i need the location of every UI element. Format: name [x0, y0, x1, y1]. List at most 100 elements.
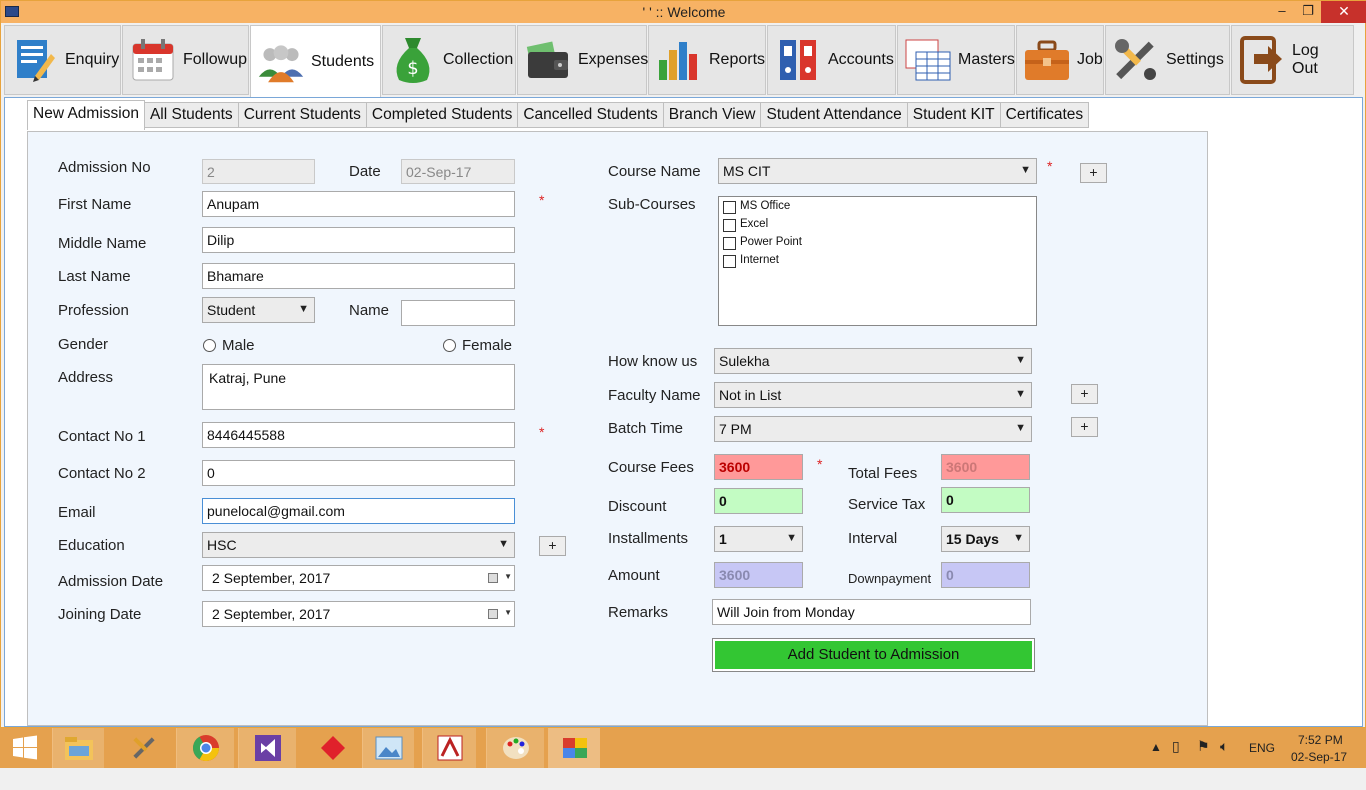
installments-select[interactable]: 1 ▼ [714, 526, 803, 552]
toolbar-button-expenses[interactable]: Expenses [517, 25, 648, 95]
power-icon[interactable]: ▯ [1172, 738, 1180, 778]
course-fees-field[interactable]: 3600 [714, 454, 803, 480]
money-bag-icon: $ [389, 36, 437, 84]
chevron-down-icon: ▼ [1013, 532, 1024, 544]
tab-certificates[interactable]: Certificates [999, 102, 1090, 128]
course-name-select[interactable]: MS CIT ▼ [718, 158, 1037, 184]
sub-course-label: Internet [740, 254, 779, 266]
education-value: HSC [207, 537, 237, 553]
remarks-field[interactable]: Will Join from Monday [712, 599, 1031, 625]
discount-field[interactable]: 0 [714, 488, 803, 514]
tools-taskbar[interactable] [118, 728, 170, 768]
toolbar-button-enquiry[interactable]: Enquiry [4, 25, 121, 95]
profession-value: Student [207, 302, 256, 318]
name-field[interactable] [401, 300, 515, 326]
middle-name-field[interactable]: Dilip [202, 227, 515, 253]
chrome-taskbar[interactable] [176, 728, 234, 768]
chevron-down-icon: ▼ [1015, 354, 1026, 366]
toolbar-label: Settings [1166, 51, 1224, 68]
app-taskbar-red[interactable] [304, 728, 362, 768]
start-button[interactable] [2, 728, 48, 768]
tab-cancelled-students[interactable]: Cancelled Students [517, 102, 664, 128]
add-education-button[interactable]: + [539, 536, 566, 556]
paint-taskbar[interactable] [486, 728, 544, 768]
toolbar-button-logout[interactable]: Log Out [1231, 25, 1354, 95]
tab-branch-view[interactable]: Branch View [662, 102, 762, 128]
tab-all-students[interactable]: All Students [143, 102, 239, 128]
language-indicator[interactable]: ENG [1249, 741, 1275, 781]
batch-time-select[interactable]: 7 PM ▼ [714, 416, 1032, 442]
address-field[interactable]: Katraj, Pune [202, 364, 515, 410]
interval-select[interactable]: 15 Days ▼ [941, 526, 1030, 552]
joining-date-picker[interactable]: 2 September, 2017 ▼ [202, 601, 515, 627]
students-icon [257, 38, 305, 86]
app-window: ' ' :: Welcome – ❐ ✕ Enquiry Followup St… [0, 0, 1366, 728]
add-course-button[interactable]: + [1080, 163, 1107, 183]
photo-viewer-taskbar[interactable] [362, 728, 414, 768]
toolbar-button-accounts[interactable]: Accounts [767, 25, 896, 95]
restore-button[interactable]: ❐ [1295, 1, 1321, 23]
toolbar-button-reports[interactable]: Reports [648, 25, 766, 95]
chevron-down-icon: ▼ [1020, 164, 1031, 176]
tools-icon [133, 737, 155, 759]
clock-date[interactable]: 02-Sep-17 [1291, 750, 1347, 790]
contact-no-1-field[interactable]: 8446445588 [202, 422, 515, 448]
profession-select[interactable]: Student ▼ [202, 297, 315, 323]
access-taskbar[interactable] [422, 728, 476, 768]
interval-value: 15 Days [946, 531, 999, 547]
visual-studio-taskbar[interactable] [238, 728, 296, 768]
tab-student-kit[interactable]: Student KIT [906, 102, 1001, 128]
required-marker: * [539, 192, 545, 208]
add-student-to-admission-button[interactable]: Add Student to Admission [712, 638, 1035, 672]
female-radio[interactable] [443, 339, 456, 352]
visual-studio-icon [254, 735, 281, 761]
toolbar-button-students[interactable]: Students [250, 25, 381, 97]
close-button[interactable]: ✕ [1321, 1, 1366, 23]
network-icon[interactable]: ⚑ [1197, 738, 1210, 778]
add-batch-button[interactable]: + [1071, 417, 1098, 437]
required-marker: * [817, 456, 823, 472]
sub-course-checkbox[interactable] [723, 255, 736, 268]
tab-completed-students[interactable]: Completed Students [365, 102, 519, 128]
middle-name-label: Middle Name [58, 235, 147, 252]
male-radio[interactable] [203, 339, 216, 352]
toolbar-button-followup[interactable]: Followup [122, 25, 249, 95]
binders-icon [774, 36, 822, 84]
admission-date-picker[interactable]: 2 September, 2017 ▼ [202, 565, 515, 591]
add-student-button-label: Add Student to Admission [715, 641, 1032, 669]
contact-no-2-field[interactable]: 0 [202, 460, 515, 486]
downpayment-field[interactable]: 0 [941, 562, 1030, 588]
current-app-taskbar[interactable] [548, 728, 600, 768]
sub-course-checkbox[interactable] [723, 219, 736, 232]
chevron-down-icon: ▼ [1015, 422, 1026, 434]
last-name-field[interactable]: Bhamare [202, 263, 515, 289]
joining-date-value: 2 September, 2017 [212, 606, 331, 622]
minimize-button[interactable]: – [1269, 1, 1295, 23]
toolbar-button-collection[interactable]: $ Collection [382, 25, 516, 95]
email-field[interactable]: punelocal@gmail.com [202, 498, 515, 524]
title-bar: ' ' :: Welcome – ❐ ✕ [1, 1, 1366, 23]
toolbar-label: Reports [709, 51, 766, 68]
total-fees-label: Total Fees [848, 465, 918, 482]
volume-icon[interactable]: 🔈︎ [1220, 738, 1228, 778]
app-windows-icon [562, 738, 587, 758]
sub-course-label: MS Office [740, 200, 791, 212]
service-tax-field[interactable]: 0 [941, 487, 1030, 513]
tab-current-students[interactable]: Current Students [237, 102, 367, 128]
admission-date-value: 2 September, 2017 [212, 570, 331, 586]
show-hidden-icons-button[interactable]: ▲ [1150, 740, 1162, 780]
first-name-field[interactable]: Anupam [202, 191, 515, 217]
gender-label: Gender [58, 336, 109, 353]
sub-course-checkbox[interactable] [723, 237, 736, 250]
toolbar-button-masters[interactable]: Masters [897, 25, 1015, 95]
education-select[interactable]: HSC ▼ [202, 532, 515, 558]
file-explorer-taskbar[interactable] [52, 728, 104, 768]
toolbar-button-settings[interactable]: Settings [1105, 25, 1230, 95]
faculty-name-select[interactable]: Not in List ▼ [714, 382, 1032, 408]
toolbar-button-job[interactable]: Job [1016, 25, 1104, 95]
how-know-us-select[interactable]: Sulekha ▼ [714, 348, 1032, 374]
tab-student-attendance[interactable]: Student Attendance [760, 102, 908, 128]
add-faculty-button[interactable]: + [1071, 384, 1098, 404]
tab-new-admission[interactable]: New Admission [27, 100, 145, 130]
sub-course-checkbox[interactable] [723, 201, 736, 214]
